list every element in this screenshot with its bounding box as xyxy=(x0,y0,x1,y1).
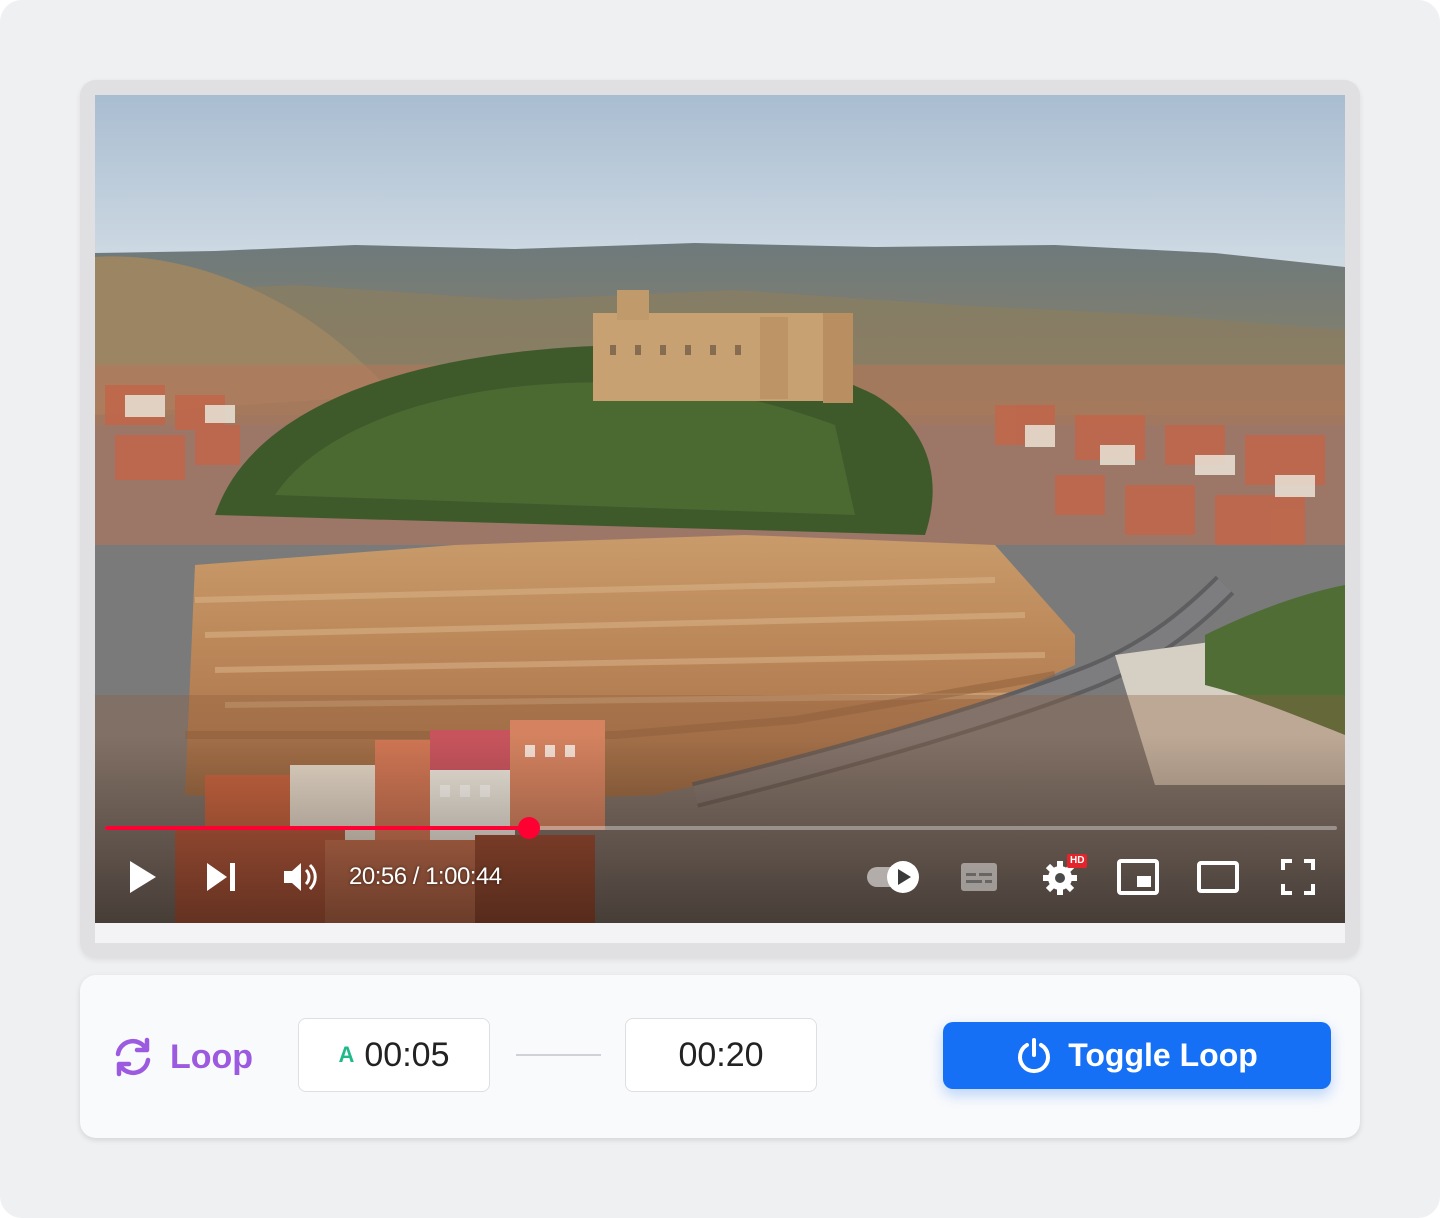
autoplay-toggle-icon xyxy=(867,861,919,893)
miniplayer-icon xyxy=(1117,859,1159,895)
loop-start-time: 00:05 xyxy=(364,1035,450,1074)
current-time: 20:56 xyxy=(349,863,407,890)
total-time: 1:00:44 xyxy=(425,863,502,890)
subtitles-button[interactable] xyxy=(955,845,1003,909)
loop-label: Loop xyxy=(110,1035,253,1079)
loop-end-input[interactable]: 00:20 xyxy=(625,1018,817,1092)
next-button[interactable] xyxy=(197,845,245,909)
fullscreen-icon xyxy=(1281,859,1315,895)
start-marker: A xyxy=(338,1042,355,1067)
progress-bar[interactable] xyxy=(105,817,1337,839)
app-canvas: 20:56 / 1:00:44 HD Loop A 00:05 00:20 To… xyxy=(0,0,1440,1218)
loop-label-text: Loop xyxy=(170,1037,254,1076)
toggle-loop-button[interactable]: Toggle Loop xyxy=(943,1022,1331,1089)
loop-end-time: 00:20 xyxy=(678,1035,764,1074)
volume-button[interactable] xyxy=(277,845,325,909)
player-controls: 20:56 / 1:00:44 HD xyxy=(95,845,1345,909)
subtitles-icon xyxy=(961,863,997,891)
fullscreen-button[interactable] xyxy=(1275,845,1321,909)
loop-start-input[interactable]: A 00:05 xyxy=(298,1018,490,1092)
miniplayer-button[interactable] xyxy=(1113,845,1163,909)
player-bottom-strip xyxy=(95,923,1345,943)
play-icon xyxy=(130,861,156,893)
power-icon xyxy=(1016,1037,1052,1074)
theater-mode-button[interactable] xyxy=(1193,845,1243,909)
settings-button[interactable]: HD xyxy=(1033,845,1088,909)
video-frame[interactable]: 20:56 / 1:00:44 HD xyxy=(95,95,1345,923)
progress-played xyxy=(105,826,529,830)
time-separator: / xyxy=(406,863,426,890)
hd-badge: HD xyxy=(1067,854,1088,868)
video-player-card: 20:56 / 1:00:44 HD xyxy=(80,80,1360,958)
loop-panel: Loop A 00:05 00:20 Toggle Loop xyxy=(80,975,1360,1138)
video-thumbnail-scene xyxy=(95,95,1345,923)
toggle-loop-label: Toggle Loop xyxy=(1068,1037,1258,1073)
theater-icon xyxy=(1197,861,1239,893)
time-readout: 20:56 / 1:00:44 xyxy=(349,863,502,891)
loop-icon xyxy=(115,1037,151,1077)
autoplay-toggle[interactable] xyxy=(861,845,925,909)
volume-icon xyxy=(284,863,317,891)
next-icon xyxy=(207,863,235,891)
range-divider xyxy=(516,1054,601,1056)
progress-scrubber-handle[interactable] xyxy=(517,817,540,839)
play-button[interactable] xyxy=(119,845,167,909)
